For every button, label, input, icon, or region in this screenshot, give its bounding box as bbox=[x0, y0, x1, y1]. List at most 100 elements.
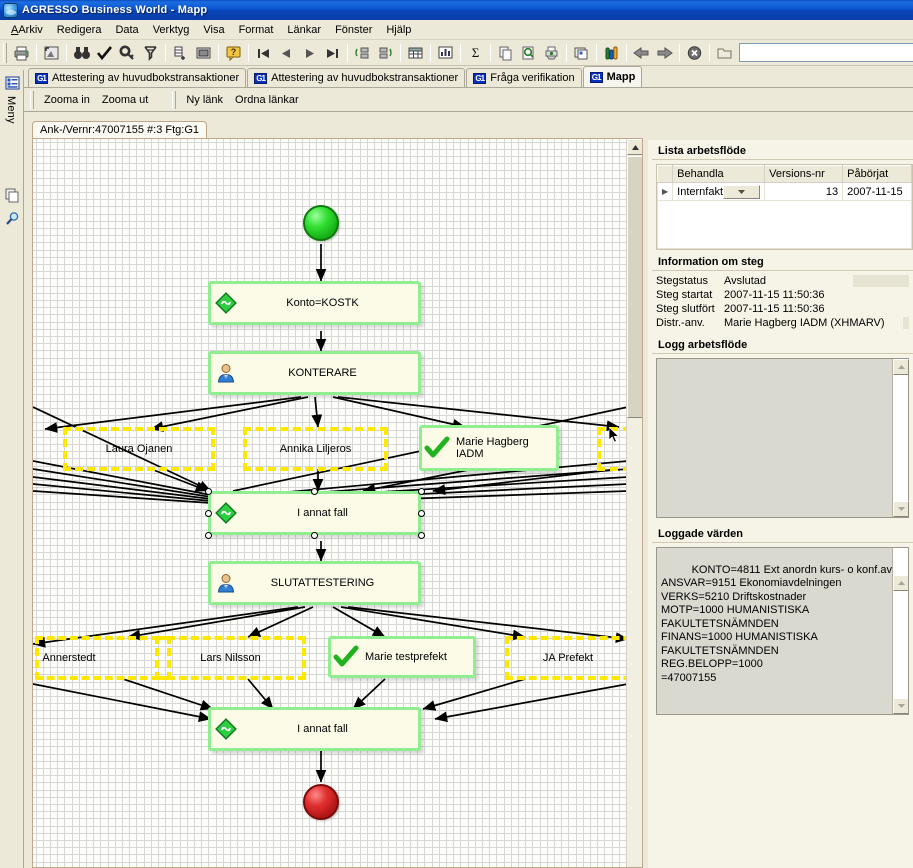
print-preview-icon[interactable] bbox=[40, 42, 63, 64]
binoculars-search-icon[interactable] bbox=[70, 42, 93, 64]
node-i-annat-fall-1[interactable]: I annat fall bbox=[208, 491, 421, 535]
log-scrollbar[interactable] bbox=[892, 359, 909, 517]
menu-item-fonster[interactable]: Fönster bbox=[328, 22, 379, 38]
end-node[interactable] bbox=[303, 784, 339, 820]
menu-item-lankar[interactable]: Länkar bbox=[280, 22, 328, 38]
next-record-icon[interactable] bbox=[298, 42, 321, 64]
filter-icon[interactable] bbox=[139, 42, 162, 64]
menu-item-data[interactable]: Data bbox=[108, 22, 145, 38]
node-annerstedt[interactable]: Annerstedt bbox=[35, 636, 171, 680]
zoom-report-icon[interactable] bbox=[517, 42, 540, 64]
menu-item-visa[interactable]: Visa bbox=[196, 22, 231, 38]
menu-list-icon[interactable] bbox=[2, 73, 22, 93]
subtoolbar-grip-2[interactable] bbox=[172, 90, 177, 109]
zoom-in-button[interactable]: Zooma in bbox=[38, 92, 96, 108]
previous-record-icon[interactable] bbox=[275, 42, 298, 64]
colorbars-icon[interactable] bbox=[600, 42, 623, 64]
logged-values-textarea[interactable]: KONTO=4811 Ext anordn kurs- o konf.avg A… bbox=[656, 547, 909, 715]
sum-sigma-icon[interactable]: Σ bbox=[464, 42, 487, 64]
menu-item-hjalp[interactable]: Hjälp bbox=[379, 22, 418, 38]
expand-tree-icon[interactable] bbox=[351, 42, 374, 64]
back-arrow-icon[interactable] bbox=[630, 42, 653, 64]
window-icon[interactable] bbox=[192, 42, 215, 64]
zoom-out-button[interactable]: Zooma ut bbox=[96, 92, 154, 108]
node-konto-kostk[interactable]: Konto=KOSTK bbox=[208, 281, 421, 325]
new-link-button[interactable]: Ny länk bbox=[180, 92, 229, 108]
help-question-icon[interactable]: ? bbox=[222, 42, 245, 64]
node-i-annat-fall-2[interactable]: I annat fall bbox=[208, 707, 421, 751]
diagram-canvas[interactable]: Konto=KOSTK KONTERARE Laura Ojanen Annik… bbox=[33, 139, 642, 867]
resize-handle[interactable] bbox=[205, 510, 212, 517]
document-tab[interactable]: Ank-/Vernr:47007155 #:3 Ftg:G1 bbox=[32, 121, 207, 138]
print-report-icon[interactable] bbox=[540, 42, 563, 64]
menu-item-format[interactable]: Format bbox=[232, 22, 281, 38]
magnifier-pen-icon[interactable] bbox=[2, 209, 22, 229]
last-record-icon[interactable] bbox=[321, 42, 344, 64]
tab-attestering-1[interactable]: G1 Attestering av huvudbokstransaktioner bbox=[28, 68, 247, 87]
insert-row-icon[interactable] bbox=[169, 42, 192, 64]
scroll-up-arrow-icon[interactable] bbox=[627, 139, 642, 155]
col-marker[interactable] bbox=[656, 165, 674, 183]
resize-handle[interactable] bbox=[311, 532, 318, 539]
first-record-icon[interactable] bbox=[252, 42, 275, 64]
scroll-up-arrow-icon[interactable] bbox=[893, 359, 909, 375]
logged-values-body: KONTO=4811 Ext anordn kurs- o konf.avg A… bbox=[652, 543, 913, 719]
workflow-table[interactable]: Behandla Versions-nr Påbörjat ▶ Internfa bbox=[656, 165, 912, 201]
subtoolbar-grip-1[interactable] bbox=[30, 90, 34, 109]
resize-handle[interactable] bbox=[205, 488, 212, 495]
resize-handle[interactable] bbox=[205, 532, 212, 539]
start-node[interactable] bbox=[303, 205, 339, 241]
node-lars-nilsson[interactable]: Lars Nilsson bbox=[155, 636, 306, 680]
copy-pages-icon[interactable] bbox=[2, 186, 22, 206]
node-konterare[interactable]: KONTERARE bbox=[208, 351, 421, 395]
tab-fraga-verifikation[interactable]: G1 Fråga verifikation bbox=[466, 68, 582, 87]
workflow-log-textarea[interactable] bbox=[656, 358, 909, 518]
node-marie-testprefekt[interactable]: Marie testprefekt bbox=[328, 636, 476, 678]
canvas-vertical-scrollbar[interactable] bbox=[626, 139, 642, 867]
diagram-canvas-container[interactable]: Konto=KOSTK KONTERARE Laura Ojanen Annik… bbox=[32, 138, 643, 868]
checkmark-icon[interactable] bbox=[93, 42, 116, 64]
key-icon[interactable] bbox=[116, 42, 139, 64]
col-behandla[interactable]: Behandla bbox=[672, 165, 766, 183]
forward-arrow-icon[interactable] bbox=[653, 42, 676, 64]
toolbar-grip[interactable] bbox=[3, 42, 7, 63]
grid-view-icon[interactable] bbox=[404, 42, 427, 64]
scroll-up-arrow-icon[interactable] bbox=[893, 575, 908, 591]
scrollbar-thumb[interactable] bbox=[627, 156, 642, 418]
scroll-down-arrow-icon[interactable] bbox=[893, 501, 909, 517]
chart-view-icon[interactable] bbox=[434, 42, 457, 64]
scroll-down-arrow-icon[interactable] bbox=[893, 698, 908, 714]
chevron-down-icon[interactable] bbox=[723, 184, 761, 199]
tab-mapp[interactable]: G1 Mapp bbox=[582, 66, 643, 87]
table-row[interactable]: ▶ Internfakt 13 2007-11-15 bbox=[656, 182, 912, 201]
node-slutattestering[interactable]: SLUTATTESTERING bbox=[208, 561, 421, 605]
arrange-links-button[interactable]: Ordna länkar bbox=[229, 92, 305, 108]
toolbar-combo[interactable] bbox=[739, 43, 913, 62]
menu-item-redigera[interactable]: Redigera bbox=[50, 22, 109, 38]
open-folder-icon[interactable] bbox=[713, 42, 736, 64]
resize-handle[interactable] bbox=[418, 510, 425, 517]
node-laura-ojanen[interactable]: Laura Ojanen bbox=[63, 427, 215, 471]
col-versions-nr[interactable]: Versions-nr bbox=[764, 165, 844, 183]
cell-paborjat[interactable]: 2007-11-15 bbox=[842, 182, 912, 201]
print-icon[interactable] bbox=[10, 42, 33, 64]
col-paborjat[interactable]: Påbörjat bbox=[842, 165, 912, 183]
resize-handle[interactable] bbox=[418, 488, 425, 495]
collapse-tree-icon[interactable] bbox=[374, 42, 397, 64]
node-ja-prefekt[interactable]: JA Prefekt bbox=[505, 636, 642, 680]
cards-icon[interactable] bbox=[570, 42, 593, 64]
tab-attestering-2[interactable]: G1 Attestering av huvudbokstransaktioner bbox=[247, 68, 466, 87]
menu-item-verktyg[interactable]: Verktyg bbox=[146, 22, 197, 38]
menu-item-arkiv[interactable]: AArkiv bbox=[4, 22, 50, 38]
node-annika-liljeros[interactable]: Annika Liljeros bbox=[243, 427, 388, 471]
cell-behandla[interactable]: Internfakt bbox=[672, 182, 766, 201]
node-marie-hagberg-iadm[interactable]: Marie Hagberg IADM bbox=[419, 425, 559, 471]
stop-cancel-icon[interactable] bbox=[683, 42, 706, 64]
resize-handle[interactable] bbox=[311, 488, 318, 495]
cell-versions-nr[interactable]: 13 bbox=[764, 182, 844, 201]
copy-icon[interactable] bbox=[494, 42, 517, 64]
toolbar-separator bbox=[218, 43, 219, 62]
workflow-table-empty-area[interactable] bbox=[657, 201, 912, 249]
values-scrollbar[interactable] bbox=[892, 548, 908, 714]
resize-handle[interactable] bbox=[418, 532, 425, 539]
